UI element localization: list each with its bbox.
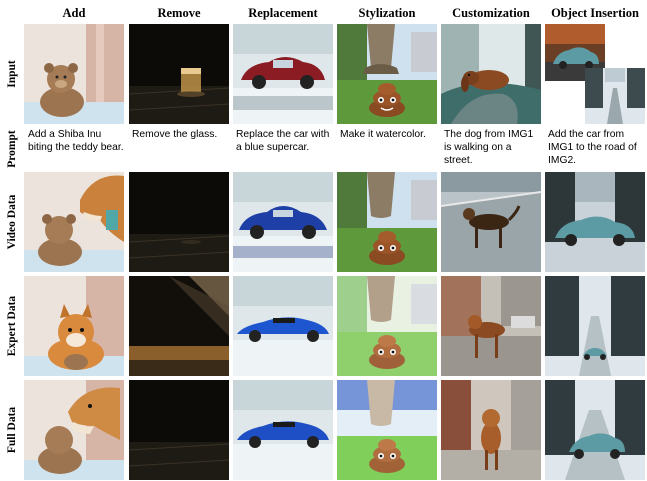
row-label-video-data-text: Video Data — [6, 194, 18, 250]
video-data-add-result-image — [24, 172, 124, 272]
column-header-stylization: Stylization — [358, 6, 416, 20]
column-header-add: Add — [62, 6, 86, 20]
video-data-customization-result-image — [441, 172, 541, 272]
prompt-add: Add a Shiba Inu biting the teddy bear. — [28, 129, 124, 153]
input-remove-glass-image — [129, 24, 229, 124]
row-label-expert-data: Expert Data — [4, 276, 20, 376]
full-data-object-insertion-result-image — [545, 380, 645, 480]
expert-data-add-result-image — [24, 276, 124, 376]
input-stylization-tree-emoji-image — [337, 24, 437, 124]
full-data-add-result-image — [24, 380, 124, 480]
expert-data-customization-result-image — [441, 276, 541, 376]
prompt-stylization: Make it watercolor. — [340, 129, 426, 140]
row-label-input-text: Input — [6, 60, 18, 88]
prompt-object-insertion: Add the car from IMG1 to the road of IMG… — [548, 129, 637, 166]
input-object-insertion-img2-snowy-road — [585, 68, 645, 124]
row-label-video-data: Video Data — [4, 172, 20, 272]
expert-data-remove-result-image — [129, 276, 229, 376]
column-header-object-insertion: Object Insertion — [551, 6, 639, 20]
video-data-object-insertion-result-image — [545, 172, 645, 272]
row-label-full-data-text: Full Data — [6, 406, 18, 454]
video-data-remove-result-image — [129, 172, 229, 272]
expert-data-object-insertion-result-image — [545, 276, 645, 376]
column-header-replacement: Replacement — [248, 6, 318, 20]
column-header-customization: Customization — [452, 6, 530, 20]
prompt-remove: Remove the glass. — [132, 129, 218, 140]
expert-data-stylization-result-image — [337, 276, 437, 376]
full-data-remove-result-image — [129, 380, 229, 480]
row-label-full-data: Full Data — [4, 380, 20, 480]
row-label-prompt: Prompt — [4, 128, 20, 170]
full-data-replacement-result-image — [233, 380, 333, 480]
row-label-expert-data-text: Expert Data — [6, 295, 18, 357]
row-label-prompt-text: Prompt — [6, 130, 18, 168]
input-replacement-red-car-image — [233, 24, 333, 124]
video-data-stylization-result-image — [337, 172, 437, 272]
row-label-input: Input — [4, 24, 20, 124]
full-data-stylization-result-image — [337, 380, 437, 480]
full-data-customization-result-image — [441, 380, 541, 480]
column-header-remove: Remove — [157, 6, 201, 20]
input-customization-dog-on-couch-image — [441, 24, 541, 124]
video-data-replacement-result-image — [233, 172, 333, 272]
prompt-customization: The dog from IMG1 is walking on a street… — [444, 129, 534, 166]
input-add-teddy-bear-image — [24, 24, 124, 124]
prompt-replacement: Replace the car with a blue supercar. — [236, 129, 330, 153]
expert-data-replacement-result-image — [233, 276, 333, 376]
